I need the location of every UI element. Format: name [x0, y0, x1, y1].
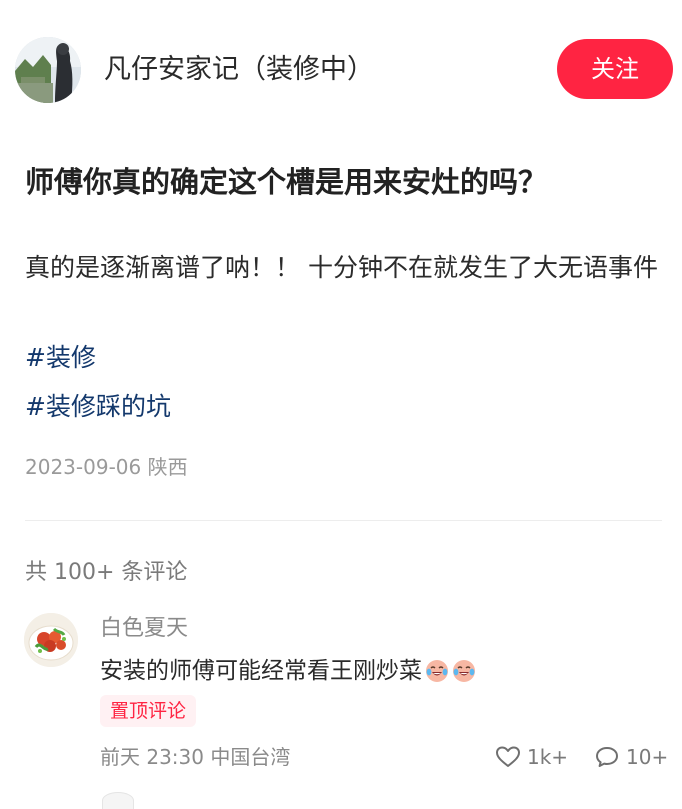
food-photo-avatar-icon: [24, 613, 78, 667]
like-button[interactable]: 1k+: [495, 741, 568, 773]
commenter-name[interactable]: 白色夏天: [100, 613, 188, 645]
post-title: 师傅你真的确定这个槽是用来安灶的吗？: [25, 165, 548, 199]
comment-bubble-icon: [596, 747, 618, 767]
commenter-avatar[interactable]: [24, 613, 78, 667]
comment-body: 安装的师傅可能经常看王刚炒菜: [100, 658, 422, 684]
heart-icon: [496, 746, 520, 767]
hashtag-link[interactable]: #装修: [25, 338, 96, 378]
post-location: 陕西: [147, 455, 188, 479]
post-body: 真的是逐渐离谱了呐！！ 十分钟不在就发生了大无语事件: [25, 253, 658, 282]
comment-time: 前天 23:30: [100, 745, 204, 769]
comments-count: 共 100+ 条评论: [25, 560, 188, 585]
follow-button[interactable]: 关注: [557, 39, 673, 99]
comment-text: 安装的师傅可能经常看王刚炒菜: [100, 654, 476, 688]
divider: [25, 520, 662, 521]
like-count: 1k+: [527, 745, 569, 769]
reply-button[interactable]: 10+: [594, 741, 668, 773]
author-name[interactable]: 凡仔安家记（装修中）: [104, 52, 374, 88]
pinned-comment-badge: 置顶评论: [100, 695, 197, 727]
crying-laughing-icon: [426, 660, 448, 682]
crying-laughing-icon: [453, 660, 475, 682]
author-avatar[interactable]: [15, 37, 81, 103]
post-meta: 2023-09-06 陕西: [25, 452, 188, 482]
next-comment-avatar[interactable]: [102, 792, 134, 809]
comment-meta: 前天 23:30 中国台湾: [100, 742, 290, 772]
post-date: 2023-09-06: [25, 455, 142, 479]
reply-count: 10+: [626, 745, 669, 769]
author-avatar-photo-icon: [15, 37, 81, 103]
hashtag-link[interactable]: #装修踩的坑: [25, 387, 171, 427]
post-header: 凡仔安家记（装修中） 关注: [0, 0, 682, 140]
comment-location: 中国台湾: [210, 745, 291, 769]
